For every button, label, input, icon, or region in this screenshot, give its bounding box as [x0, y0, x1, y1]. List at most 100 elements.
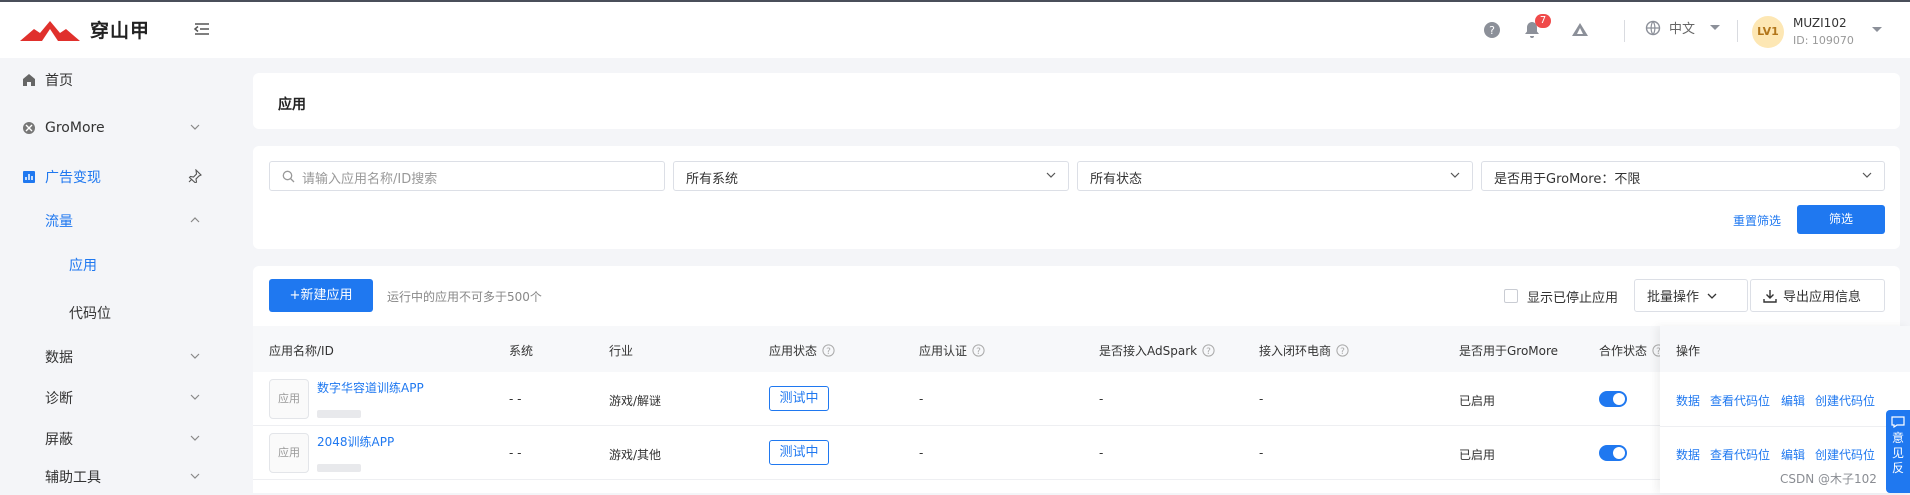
sidebar-item-tools[interactable]: 辅助工具: [0, 459, 232, 495]
column-header: 接入闭环电商 ?: [1259, 342, 1349, 359]
collapse-menu-icon[interactable]: [193, 20, 211, 38]
table-row: [253, 480, 1900, 493]
status-badge: 测试中: [769, 386, 829, 411]
logo-mark-icon: [20, 20, 80, 41]
chevron-down-icon: [1707, 293, 1717, 299]
gromore-icon: [23, 122, 35, 134]
cooperation-toggle[interactable]: [1599, 391, 1627, 407]
new-app-button[interactable]: +新建应用: [269, 279, 373, 312]
chat-icon: [1891, 416, 1905, 429]
column-header: 是否用于GroMore: [1459, 344, 1559, 358]
action-view-units-link[interactable]: 查看代码位: [1710, 446, 1770, 463]
cell-auth: -: [919, 446, 924, 460]
column-header: 应用认证 ?: [919, 342, 985, 359]
search-icon: [282, 170, 295, 183]
help-icon[interactable]: ?: [1202, 344, 1215, 357]
chevron-down-icon: [190, 435, 200, 441]
notification-badge: 7: [1535, 14, 1551, 28]
mountain-icon[interactable]: [1570, 20, 1590, 40]
search-placeholder: 请输入应用名称/ID搜索: [302, 172, 438, 187]
home-icon: [23, 74, 35, 86]
page-title: 应用: [278, 97, 306, 113]
language-label: 中文: [1669, 22, 1696, 37]
gromore-select[interactable]: 是否用于GroMore：不限: [1481, 161, 1885, 191]
user-menu-chevron-icon[interactable]: [1871, 26, 1883, 34]
table-row: [253, 372, 1900, 426]
sidebar-item-ad-monetization[interactable]: 广告变现: [0, 159, 232, 195]
sidebar-item-diagnosis[interactable]: 诊断: [0, 380, 232, 416]
cell-industry: 游戏/其他: [609, 448, 662, 462]
chevron-down-icon: [1862, 172, 1872, 178]
pin-icon[interactable]: [188, 169, 202, 183]
action-data-link[interactable]: 数据: [1676, 392, 1700, 409]
batch-actions-button[interactable]: 批量操作: [1634, 279, 1748, 312]
globe-icon: [1645, 20, 1661, 35]
search-input[interactable]: 请输入应用名称/ID搜索: [269, 161, 665, 191]
sidebar-item-label: GroMore: [45, 120, 105, 136]
sidebar-item-label: 数据: [45, 350, 73, 366]
sidebar-item-label: 应用: [69, 258, 97, 274]
sidebar-item-label: 流量: [45, 214, 73, 230]
action-data-link[interactable]: 数据: [1676, 446, 1700, 463]
reset-filter-link[interactable]: 重置筛选: [1733, 212, 1781, 229]
sidebar: 首页 GroMore 广告变现 流量 应用 代码位 数据 诊断 屏蔽 辅助工具: [0, 58, 232, 493]
status-select[interactable]: 所有状态: [1077, 161, 1473, 191]
sidebar-item-data[interactable]: 数据: [0, 339, 232, 375]
column-header: 应用状态 ?: [769, 342, 835, 359]
filter-button[interactable]: 筛选: [1797, 205, 1885, 234]
table-row: [253, 426, 1900, 480]
help-icon[interactable]: ?: [1482, 20, 1502, 40]
divider: [1737, 20, 1738, 42]
app-name-link[interactable]: 2048训练APP: [317, 433, 394, 450]
feedback-char: 反: [1891, 461, 1904, 475]
chevron-down-icon: [1710, 24, 1721, 30]
sidebar-item-block[interactable]: 屏蔽: [0, 421, 232, 457]
column-header: 操作: [1676, 344, 1701, 358]
avatar[interactable]: LV1: [1752, 16, 1784, 48]
chevron-down-icon: [190, 473, 200, 479]
action-create-unit-link[interactable]: 创建代码位: [1815, 392, 1875, 409]
action-edit-link[interactable]: 编辑: [1781, 392, 1805, 409]
help-icon[interactable]: ?: [822, 344, 835, 357]
cell-gromore: 已启用: [1459, 448, 1496, 462]
chevron-down-icon: [1450, 172, 1460, 178]
sidebar-item-apps[interactable]: 应用: [0, 247, 232, 283]
cell-ecommerce: -: [1259, 446, 1264, 460]
help-icon[interactable]: ?: [972, 344, 985, 357]
feedback-tab[interactable]: 意 见 反: [1886, 410, 1910, 493]
show-stopped-checkbox[interactable]: [1504, 289, 1518, 303]
cell-industry: 游戏/解谜: [609, 394, 662, 408]
sidebar-item-label: 首页: [45, 73, 73, 89]
column-header: 应用名称/ID: [269, 344, 334, 358]
sidebar-item-label: 诊断: [45, 391, 73, 407]
status-select-value: 所有状态: [1090, 172, 1143, 187]
divider: [1624, 20, 1625, 42]
sidebar-item-gromore[interactable]: GroMore: [0, 110, 232, 146]
chart-icon: [23, 171, 35, 183]
app-id-redacted: [317, 410, 361, 418]
help-icon[interactable]: ?: [1336, 344, 1349, 357]
action-create-unit-link[interactable]: 创建代码位: [1815, 446, 1875, 463]
language-selector[interactable]: 中文: [1645, 18, 1721, 37]
system-select[interactable]: 所有系统: [673, 161, 1069, 191]
feedback-char: 意: [1891, 431, 1904, 445]
logo-text: 穿山甲: [90, 20, 151, 42]
action-edit-link[interactable]: 编辑: [1781, 446, 1805, 463]
action-view-units-link[interactable]: 查看代码位: [1710, 392, 1770, 409]
svg-text:?: ?: [1489, 24, 1495, 37]
sidebar-item-ad-units[interactable]: 代码位: [0, 295, 232, 331]
export-button[interactable]: 导出应用信息: [1750, 279, 1885, 312]
user-name: MUZI102: [1793, 16, 1847, 30]
svg-text:?: ?: [1340, 347, 1345, 357]
cooperation-toggle[interactable]: [1599, 445, 1627, 461]
show-stopped-label[interactable]: 显示已停止应用: [1527, 287, 1618, 306]
cell-system: - -: [509, 392, 522, 406]
app-id-redacted: [317, 464, 361, 472]
column-header: 系统: [509, 344, 534, 358]
logo[interactable]: 穿山甲: [20, 16, 150, 43]
sidebar-item-traffic[interactable]: 流量: [0, 203, 232, 239]
svg-text:?: ?: [1206, 347, 1211, 357]
app-name-link[interactable]: 数字华容道训练APP: [317, 379, 424, 396]
column-header: 合作状态 ?: [1599, 342, 1665, 359]
sidebar-item-home[interactable]: 首页: [0, 62, 232, 98]
